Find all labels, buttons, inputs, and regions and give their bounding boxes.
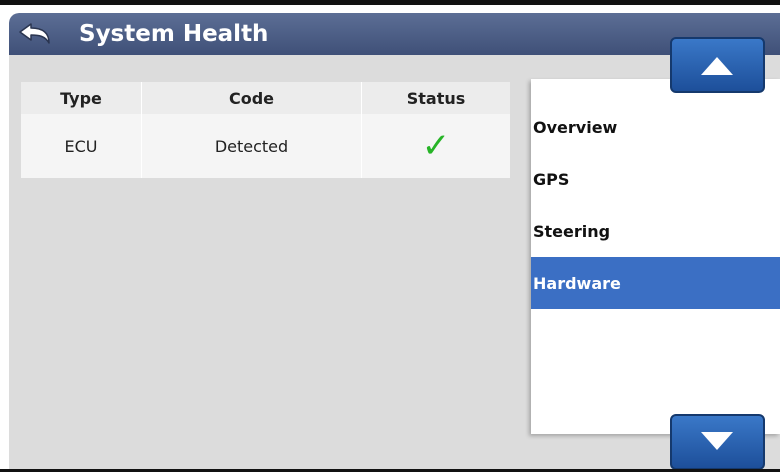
sidebar-item-overview[interactable]: Overview <box>531 101 780 153</box>
back-arrow-icon <box>19 23 50 44</box>
triangle-down-icon <box>701 432 733 450</box>
cell-code: Detected <box>142 114 362 178</box>
sidebar-item-label: Overview <box>533 117 618 137</box>
back-button[interactable] <box>17 19 59 49</box>
cell-status: ✓ <box>362 114 510 178</box>
checkmark-icon: ✓ <box>421 126 451 166</box>
sidebar-item-hardware[interactable]: Hardware <box>531 257 780 309</box>
title-bar: System Health <box>9 13 780 55</box>
cell-type: ECU <box>21 114 142 178</box>
sidebar-item-gps[interactable]: GPS <box>531 153 780 205</box>
scroll-up-button[interactable] <box>670 37 765 93</box>
column-header-type: Type <box>21 82 142 114</box>
health-table: Type Code Status ECU Detected ✓ <box>21 82 510 178</box>
scroll-down-button[interactable] <box>670 414 765 470</box>
page-title: System Health <box>79 21 269 47</box>
sidebar-item-steering[interactable]: Steering <box>531 205 780 257</box>
table-header-row: Type Code Status <box>21 82 510 114</box>
sidebar-item-label: GPS <box>533 169 570 189</box>
sidebar-item-label: Hardware <box>533 273 621 293</box>
category-list: Overview GPS Steering Hardware <box>531 79 780 434</box>
sidebar-item-label: Steering <box>533 221 611 241</box>
column-header-code: Code <box>142 82 362 114</box>
column-header-status: Status <box>406 88 466 108</box>
top-border <box>0 0 780 5</box>
triangle-up-icon <box>701 57 733 75</box>
table-row: ECU Detected ✓ <box>21 114 510 178</box>
